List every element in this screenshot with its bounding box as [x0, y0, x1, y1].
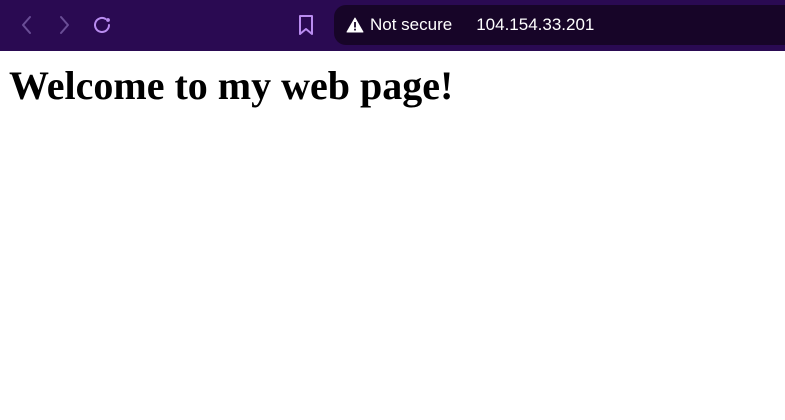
page-content: Welcome to my web page!: [0, 51, 785, 420]
reload-button[interactable]: [87, 10, 117, 40]
bookmark-button[interactable]: [291, 10, 321, 40]
page-heading: Welcome to my web page!: [9, 63, 454, 108]
back-button[interactable]: [12, 10, 42, 40]
address-bar[interactable]: Not secure 104.154.33.201: [334, 5, 785, 45]
url-text[interactable]: 104.154.33.201: [476, 15, 594, 35]
security-indicator[interactable]: Not secure: [346, 5, 452, 45]
bookmark-icon: [299, 15, 313, 35]
browser-toolbar: Not secure 104.154.33.201: [0, 0, 785, 51]
security-label: Not secure: [370, 15, 453, 34]
reload-icon: [94, 16, 110, 33]
forward-button[interactable]: [49, 10, 79, 40]
forward-arrow-icon: [60, 16, 69, 34]
warning-icon: [346, 17, 364, 33]
back-arrow-icon: [22, 16, 31, 34]
